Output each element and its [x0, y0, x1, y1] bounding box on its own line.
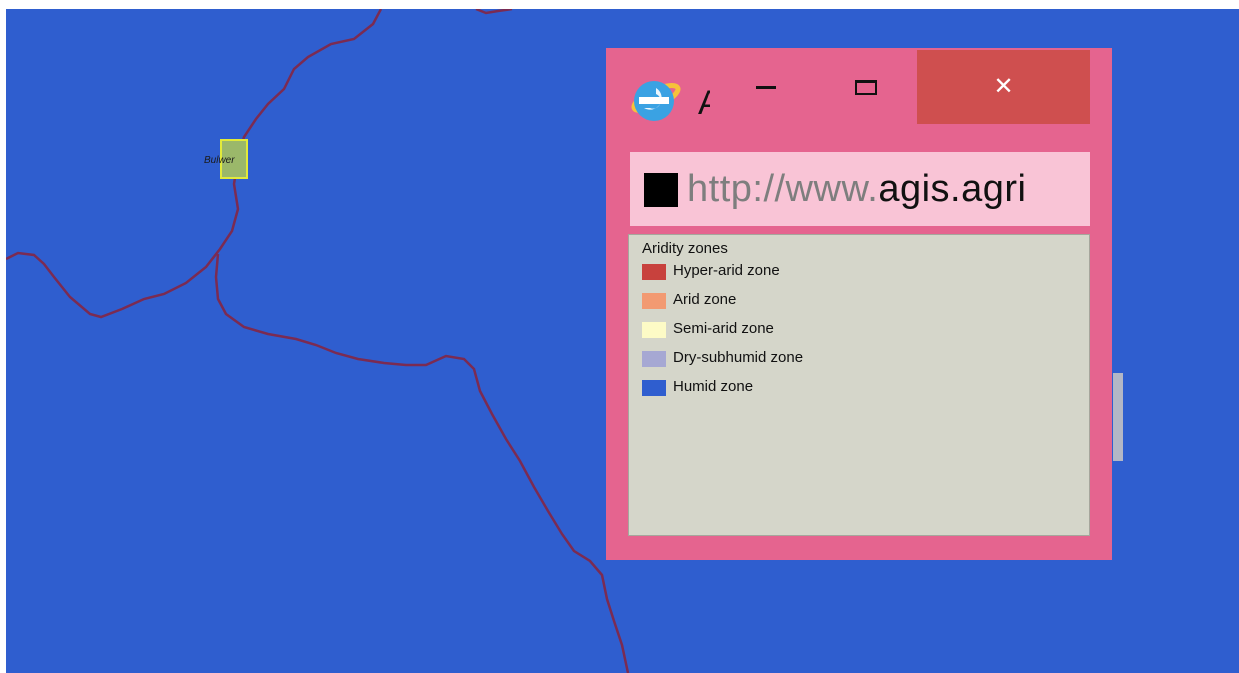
minimize-button[interactable]: [728, 50, 804, 124]
legend-label: Hyper-arid zone: [673, 262, 780, 279]
address-bar[interactable]: http://www.agis.agri: [630, 152, 1090, 226]
popup-window: A ✕ http://www.agis.agri Aridity zones H…: [606, 48, 1123, 560]
minimize-icon: [756, 85, 776, 89]
legend-swatch: [642, 351, 666, 367]
legend-panel: Aridity zones Hyper-arid zone Arid zone …: [628, 234, 1090, 536]
close-button[interactable]: ✕: [917, 50, 1090, 124]
internet-explorer-icon: [626, 70, 682, 126]
legend-item-semi-arid: Semi-arid zone: [642, 320, 1089, 349]
page-icon: [644, 173, 678, 207]
legend-item-hyper-arid: Hyper-arid zone: [642, 262, 1089, 291]
legend-title: Aridity zones: [642, 240, 728, 257]
legend-swatch: [642, 380, 666, 396]
legend-swatch: [642, 264, 666, 280]
maximize-button[interactable]: [828, 50, 904, 124]
legend-swatch: [642, 322, 666, 338]
url-prefix: http://www.: [687, 168, 879, 210]
place-label-bulwer: Bulwer: [204, 155, 235, 166]
legend-item-dry-subhumid: Dry-subhumid zone: [642, 349, 1089, 378]
legend-label: Dry-subhumid zone: [673, 349, 804, 366]
url-text: http://www.agis.agri: [687, 168, 1026, 211]
legend-label: Humid zone: [673, 378, 754, 395]
legend-item-arid: Arid zone: [642, 291, 1089, 320]
legend-label: Arid zone: [673, 291, 737, 308]
url-domain: agis.agri: [878, 168, 1027, 210]
legend-swatch: [642, 293, 666, 309]
legend-label: Semi-arid zone: [673, 320, 774, 337]
close-icon: ✕: [993, 73, 1014, 100]
maximize-icon: [855, 79, 877, 95]
legend-item-humid: Humid zone: [642, 378, 1089, 407]
scrollbar-thumb[interactable]: [1113, 373, 1123, 461]
window-title: A: [698, 84, 710, 122]
title-bar[interactable]: A ✕: [606, 48, 1112, 152]
